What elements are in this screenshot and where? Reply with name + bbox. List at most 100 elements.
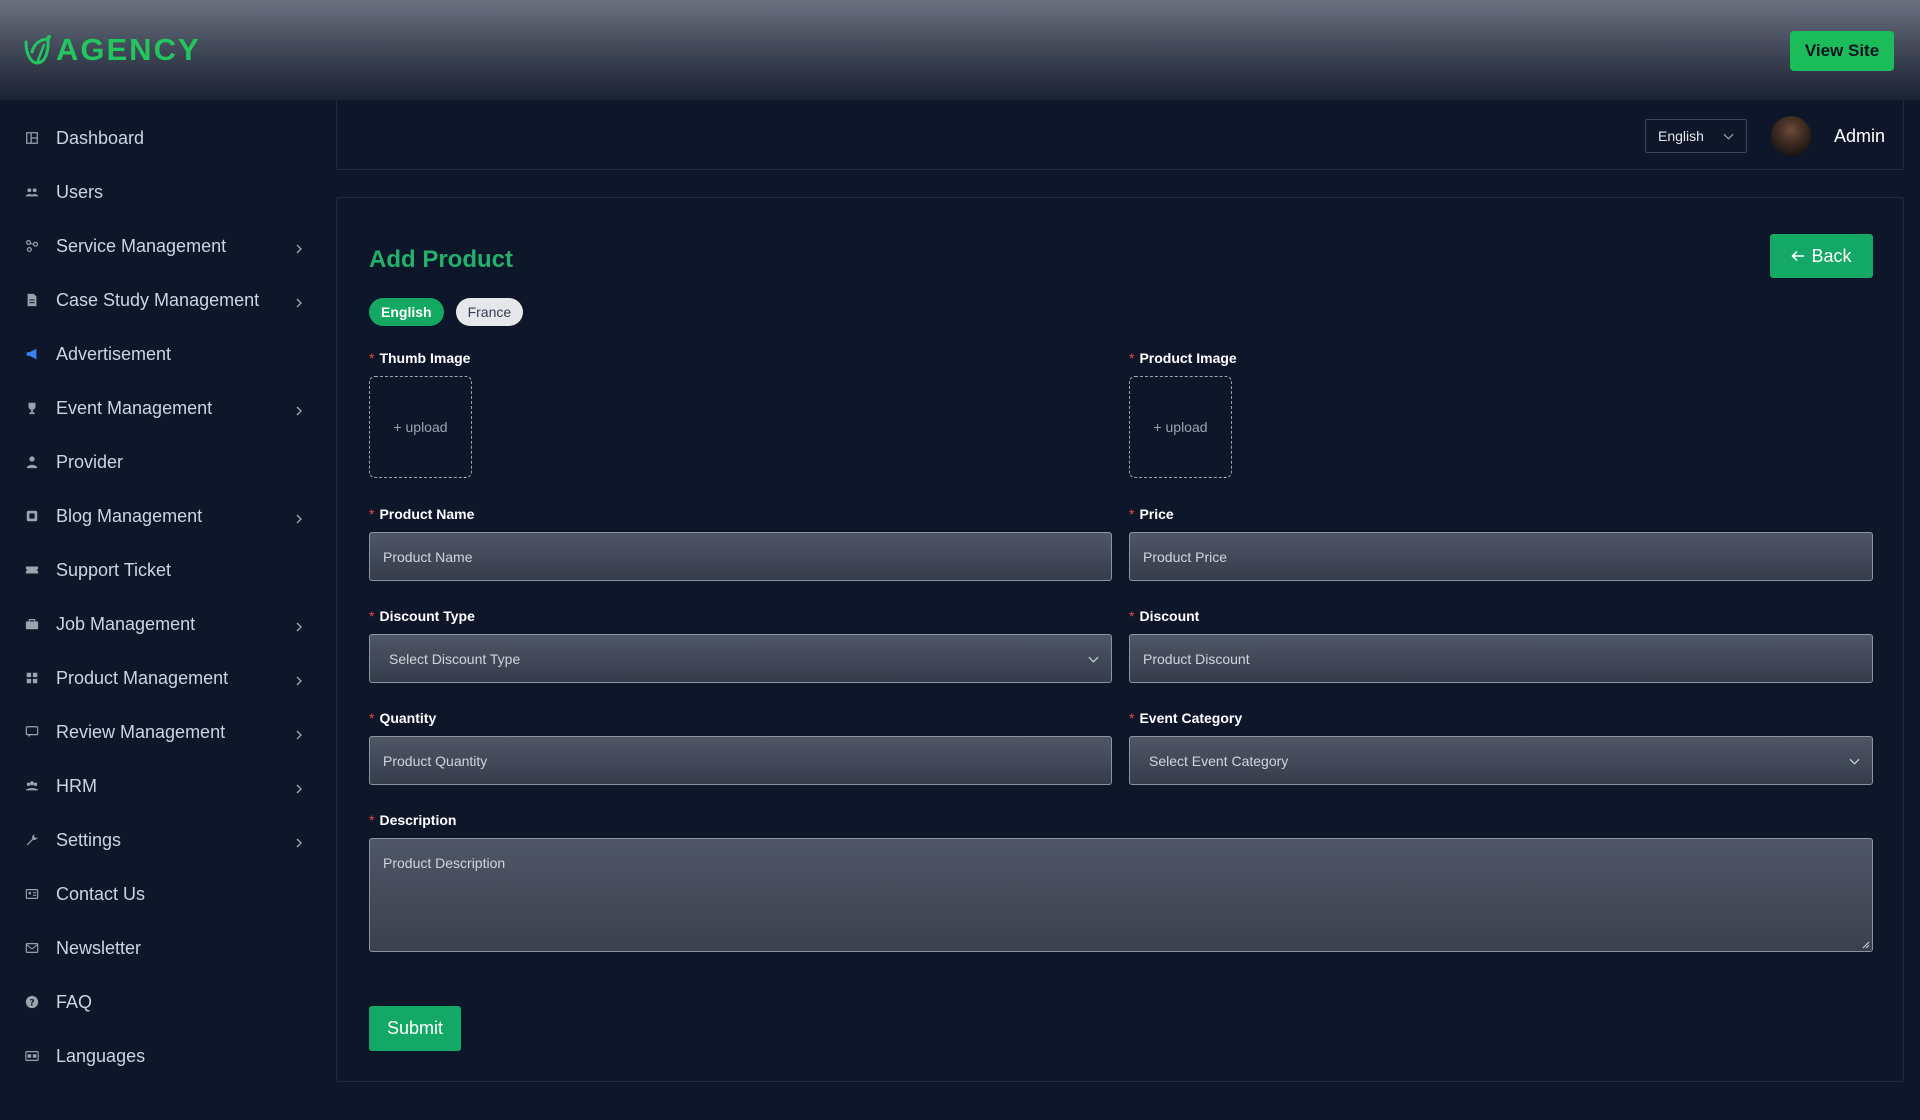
- user-name[interactable]: Admin: [1834, 126, 1885, 147]
- grid-icon: [24, 670, 40, 686]
- megaphone-icon: [24, 346, 40, 362]
- product-image-label-text: Product Image: [1139, 350, 1237, 366]
- required-marker: *: [1129, 350, 1135, 366]
- chevron-right-icon: [294, 835, 304, 848]
- sidebar-item-label: Job Management: [56, 613, 196, 634]
- wrench-icon: [24, 832, 40, 848]
- sidebar-item-event-management[interactable]: Event Management: [0, 388, 318, 428]
- add-product-card: Add Product Back English France * Thumb I…: [336, 197, 1904, 1082]
- avatar[interactable]: [1771, 116, 1811, 156]
- chevron-down-icon: [1088, 656, 1099, 663]
- briefcase-icon: [24, 616, 40, 632]
- sidebar-item-label: Users: [56, 181, 104, 202]
- ticket-icon: [24, 562, 40, 578]
- required-marker: *: [369, 506, 375, 522]
- mail-icon: [24, 940, 40, 956]
- dashboard-icon: [24, 130, 40, 146]
- sidebar-item-faq[interactable]: ? FAQ: [0, 982, 318, 1022]
- sidebar-item-hrm[interactable]: HRM: [0, 766, 318, 806]
- tab-france[interactable]: France: [455, 298, 524, 326]
- sidebar-item-label: Event Management: [56, 397, 213, 418]
- event-category-label: * Event Category: [1129, 710, 1242, 726]
- sidebar-item-dashboard[interactable]: Dashboard: [0, 118, 318, 158]
- document-icon: [24, 292, 40, 308]
- sidebar-item-label: Product Management: [56, 667, 229, 688]
- sidebar-item-users[interactable]: Users: [0, 172, 318, 212]
- sidebar-item-label: Advertisement: [56, 343, 172, 364]
- leaf-logo-icon: [24, 35, 51, 65]
- discount-type-label: * Discount Type: [369, 608, 475, 624]
- quantity-label: * Quantity: [369, 710, 436, 726]
- language-select[interactable]: English: [1645, 119, 1747, 153]
- language-icon: [24, 1048, 40, 1064]
- contact-card-icon: [24, 886, 40, 902]
- sidebar-item-languages[interactable]: Languages: [0, 1036, 318, 1076]
- discount-type-select[interactable]: Select Discount Type: [369, 634, 1112, 683]
- brand-name: AGENCY: [56, 32, 201, 67]
- sidebar-item-support-ticket[interactable]: Support Ticket: [0, 550, 318, 590]
- thumb-image-label-text: Thumb Image: [379, 350, 471, 366]
- sidebar-item-job-management[interactable]: Job Management: [0, 604, 318, 644]
- discount-label-text: Discount: [1139, 608, 1200, 624]
- chevron-right-icon: [294, 619, 304, 632]
- sidebar-item-label: Support Ticket: [56, 559, 172, 580]
- description-textarea[interactable]: Product Description: [369, 838, 1873, 952]
- sidebar-item-contact-us[interactable]: Contact Us: [0, 874, 318, 914]
- thumb-image-upload[interactable]: + upload: [369, 376, 472, 478]
- price-input[interactable]: Product Price: [1129, 532, 1873, 581]
- sidebar-item-label: Languages: [56, 1045, 146, 1066]
- language-tabs: English France: [369, 298, 524, 326]
- description-label: * Description: [369, 812, 456, 828]
- sidebar-item-review-management[interactable]: Review Management: [0, 712, 318, 752]
- language-select-value: English: [1658, 128, 1704, 144]
- required-marker: *: [369, 350, 375, 366]
- sidebar-item-label: HRM: [56, 775, 97, 796]
- chevron-right-icon: [294, 781, 304, 794]
- chevron-right-icon: [294, 511, 304, 524]
- description-label-text: Description: [379, 812, 457, 828]
- sidebar: Dashboard Users Service Management Case Stu…: [0, 100, 336, 1120]
- required-marker: *: [1129, 710, 1135, 726]
- view-site-button[interactable]: View Site: [1790, 31, 1894, 71]
- price-label: * Price: [1129, 506, 1174, 522]
- chevron-right-icon: [294, 727, 304, 740]
- required-marker: *: [369, 608, 375, 624]
- tab-english[interactable]: English: [369, 298, 444, 326]
- sidebar-item-service-management[interactable]: Service Management: [0, 226, 318, 266]
- required-marker: *: [1129, 608, 1135, 624]
- description-placeholder: Product Description: [383, 855, 506, 871]
- submit-button[interactable]: Submit: [369, 1006, 461, 1051]
- sidebar-item-label: Newsletter: [56, 937, 142, 958]
- sidebar-item-label: Review Management: [56, 721, 226, 742]
- quantity-input[interactable]: Product Quantity: [369, 736, 1112, 785]
- sidebar-item-blog-management[interactable]: Blog Management: [0, 496, 318, 536]
- arrow-left-icon: [1791, 250, 1805, 262]
- back-button[interactable]: Back: [1770, 234, 1873, 278]
- sidebar-item-provider[interactable]: Provider: [0, 442, 318, 482]
- sidebar-item-label: Provider: [56, 451, 124, 472]
- sidebar-item-label: Dashboard: [56, 127, 145, 148]
- sidebar-item-label: Blog Management: [56, 505, 203, 526]
- product-name-label: * Product Name: [369, 506, 474, 522]
- sidebar-item-label: Contact Us: [56, 883, 146, 904]
- sidebar-item-case-study-management[interactable]: Case Study Management: [0, 280, 318, 320]
- quantity-label-text: Quantity: [379, 710, 437, 726]
- chevron-right-icon: [294, 403, 304, 416]
- event-category-select[interactable]: Select Event Category: [1129, 736, 1873, 785]
- resize-handle-icon[interactable]: [1862, 941, 1870, 949]
- sidebar-item-product-management[interactable]: Product Management: [0, 658, 318, 698]
- discount-input[interactable]: Product Discount: [1129, 634, 1873, 683]
- product-image-upload[interactable]: + upload: [1129, 376, 1232, 478]
- discount-label: * Discount: [1129, 608, 1199, 624]
- sidebar-item-label: Case Study Management: [56, 289, 260, 310]
- chevron-right-icon: [294, 295, 304, 308]
- page-title: Add Product: [369, 246, 513, 273]
- sidebar-item-newsletter[interactable]: Newsletter: [0, 928, 318, 968]
- sidebar-item-settings[interactable]: Settings: [0, 820, 318, 860]
- required-marker: *: [369, 812, 375, 828]
- sidebar-item-advertisement[interactable]: Advertisement: [0, 334, 318, 374]
- brand-logo[interactable]: AGENCY: [22, 32, 201, 68]
- chevron-right-icon: [294, 673, 304, 686]
- product-name-input[interactable]: Product Name: [369, 532, 1112, 581]
- svg-text:?: ?: [29, 999, 34, 1009]
